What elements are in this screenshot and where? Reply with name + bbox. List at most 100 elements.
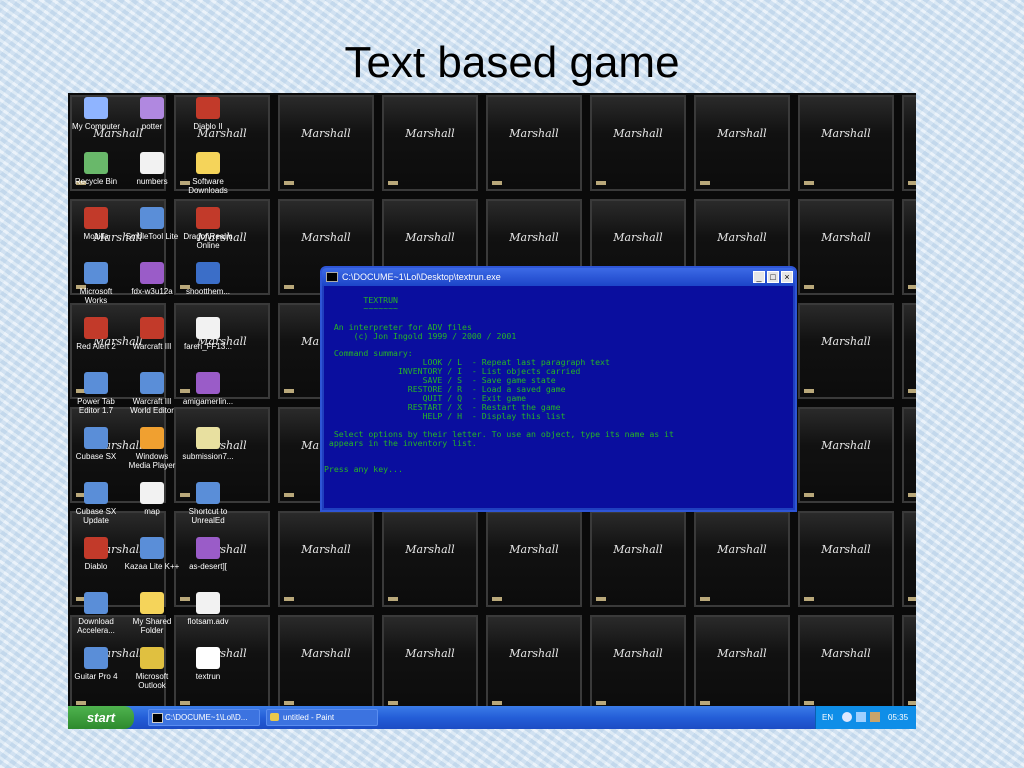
desktop-icon-label: Microsoft Outlook [135, 672, 169, 690]
amp-badge [284, 389, 294, 393]
taskbar-button-label: C:\DOCUME~1\Lol\D... [165, 713, 248, 722]
amp-badge [700, 597, 710, 601]
shortcut-icon [140, 97, 164, 119]
marshall-logo: Marshall [821, 127, 871, 140]
amp-badge [804, 597, 814, 601]
marshall-logo: Marshall [301, 231, 351, 244]
marshall-logo: Marshall [509, 543, 559, 556]
tray-app-icon[interactable] [870, 712, 880, 722]
amp-badge [388, 181, 398, 185]
taskbar-button-console[interactable]: C:\DOCUME~1\Lol\D... [148, 709, 260, 726]
desktop-icon[interactable]: My Shared Folder [124, 592, 180, 635]
desktop-icon[interactable]: numbers [124, 152, 180, 186]
start-button[interactable]: start [68, 706, 134, 729]
amp-badge [908, 285, 916, 289]
amp-badge [492, 597, 502, 601]
marshall-logo: Marshall [904, 647, 916, 660]
marshall-logo: Marshall [821, 543, 871, 556]
marshall-amp-tile: Marshall [382, 511, 478, 607]
desktop-icon[interactable]: Recycle Bin [68, 152, 124, 186]
desktop-icon[interactable]: SmbleTool Lite [124, 207, 180, 241]
amp-badge [908, 181, 916, 185]
desktop-icon[interactable]: DragonRealm Online [180, 207, 236, 250]
game-icon [84, 537, 108, 559]
desktop-icon[interactable]: amigamerlin... [180, 372, 236, 406]
amp-badge [76, 701, 86, 705]
marshall-logo: Marshall [301, 543, 351, 556]
desktop-icon[interactable]: Warcraft III [124, 317, 180, 351]
console-window-title: C:\DOCUME~1\Lol\Desktop\textrun.exe [342, 272, 501, 282]
volume-icon[interactable] [856, 712, 866, 722]
desktop-icon[interactable]: Warcraft III World Editor [124, 372, 180, 415]
app-icon [84, 592, 108, 614]
app-icon [140, 372, 164, 394]
desktop-icon[interactable]: Download Accelera... [68, 592, 124, 635]
desktop-icon-label: Warcraft III [132, 342, 172, 351]
console-window[interactable]: C:\DOCUME~1\Lol\Desktop\textrun.exe _ □ … [320, 266, 797, 512]
desktop-icon[interactable]: textrun [180, 647, 236, 681]
desktop-icon[interactable]: Microsoft Works [68, 262, 124, 305]
marshall-logo: Marshall [821, 335, 871, 348]
desktop-icon[interactable]: Diablo II [180, 97, 236, 131]
desktop-icon[interactable]: potter [124, 97, 180, 131]
amp-badge [700, 701, 710, 705]
desktop-icon[interactable]: flotsam.adv [180, 592, 236, 626]
desktop-icon[interactable]: shootthem... [180, 262, 236, 296]
console-output[interactable]: TEXTRUN ~~~~~~~ An interpreter for ADV f… [324, 286, 793, 508]
amp-badge [700, 181, 710, 185]
console-line: HELP / H - Display this list [324, 411, 566, 421]
desktop-icon[interactable]: fareri_FF13... [180, 317, 236, 351]
app-icon [140, 537, 164, 559]
desktop-icon[interactable]: Cubase SX Update [68, 482, 124, 525]
desktop-icon[interactable]: submission7... [180, 427, 236, 461]
console-icon [196, 647, 220, 669]
marshall-amp-tile: Marshall [902, 95, 916, 191]
marshall-amp-tile: Marshall [902, 615, 916, 711]
amp-badge [284, 181, 294, 185]
marshall-logo: Marshall [405, 127, 455, 140]
app-icon [140, 207, 164, 229]
marshall-amp-tile: Marshall [694, 95, 790, 191]
desktop-icon[interactable]: Cubase SX [68, 427, 124, 461]
desktop-icon[interactable]: Kazaa Lite K++ [124, 537, 180, 571]
network-icon[interactable] [842, 712, 852, 722]
desktop-icon[interactable]: fdx-w3u12a [124, 262, 180, 296]
marshall-logo: Marshall [509, 647, 559, 660]
console-titlebar[interactable]: C:\DOCUME~1\Lol\Desktop\textrun.exe _ □ … [322, 268, 795, 286]
maximize-button[interactable]: □ [767, 271, 779, 283]
desktop-icon[interactable]: Software Downloads [180, 152, 236, 195]
text-file-icon [140, 152, 164, 174]
desktop-icon[interactable]: as-desert][ [180, 537, 236, 571]
image-file-icon [196, 427, 220, 449]
amp-badge [180, 701, 190, 705]
close-button[interactable]: × [781, 271, 793, 283]
marshall-logo: Marshall [613, 231, 663, 244]
desktop-icon[interactable]: Diablo [68, 537, 124, 571]
desktop-icon[interactable]: Windows Media Player [124, 427, 180, 470]
marshall-logo: Marshall [613, 647, 663, 660]
minimize-button[interactable]: _ [753, 271, 765, 283]
language-indicator[interactable]: EN [822, 706, 833, 729]
taskbar-button-paint[interactable]: untitled - Paint [266, 709, 378, 726]
amp-badge [596, 701, 606, 705]
marshall-logo: Marshall [904, 439, 916, 452]
desktop-icon[interactable]: map [124, 482, 180, 516]
slide-title: Text based game [344, 38, 680, 87]
desktop-icon[interactable]: Power Tab Editor 1.7 [68, 372, 124, 415]
marshall-amp-tile: Marshall [902, 407, 916, 503]
desktop-icon-label: Warcraft III World Editor [130, 397, 174, 415]
desktop-icon[interactable]: Guitar Pro 4 [68, 647, 124, 681]
folder-icon [140, 592, 164, 614]
desktop-icon[interactable]: Red Alert 2 [68, 317, 124, 351]
desktop-icon[interactable]: Shortcut to UnrealEd [180, 482, 236, 525]
marshall-amp-tile: Marshall [902, 303, 916, 399]
game-icon [196, 207, 220, 229]
desktop-icon[interactable]: My Computer [68, 97, 124, 131]
desktop-icon[interactable]: Mozilla [68, 207, 124, 241]
desktop-icon-label: as-desert][ [189, 562, 227, 571]
spam-icon [196, 262, 220, 284]
desktop-icon-label: Microsoft Works [79, 287, 113, 305]
folder-icon [196, 152, 220, 174]
desktop-icon[interactable]: Microsoft Outlook [124, 647, 180, 690]
app-icon [84, 482, 108, 504]
